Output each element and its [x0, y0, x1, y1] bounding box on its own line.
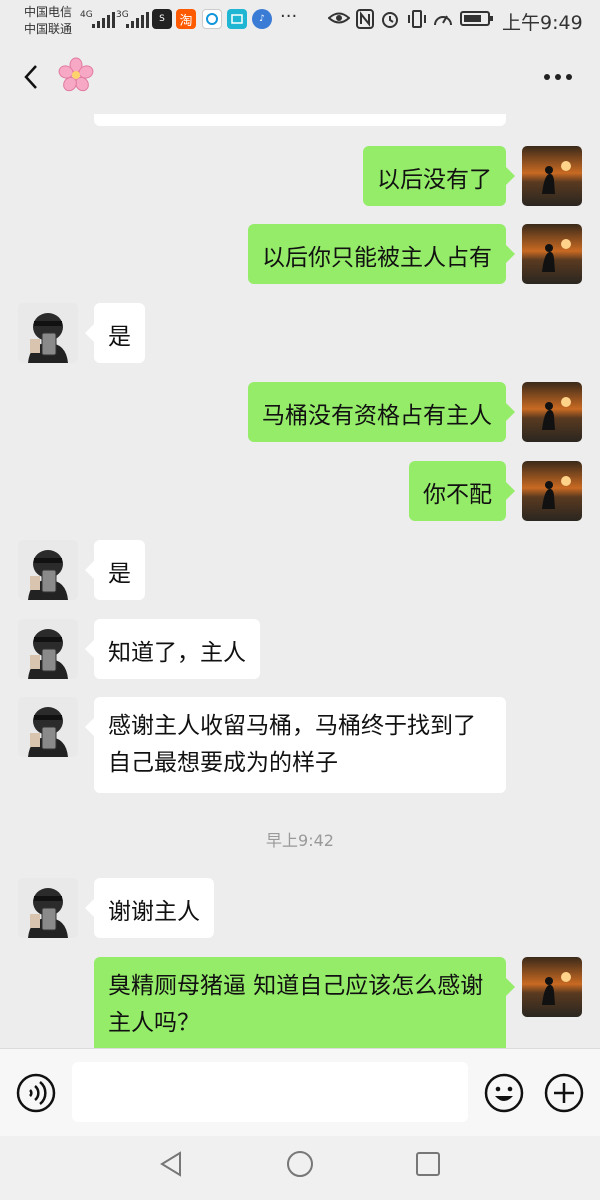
my-avatar[interactable]: [522, 461, 582, 521]
chat-messages[interactable]: 以后没有了 以后你只能被主人占有 是 马桶没有资格占有主人 你不配 是 知道了，…: [0, 114, 600, 1048]
nav-back-button[interactable]: [158, 1150, 186, 1178]
input-bar: [0, 1048, 600, 1137]
alarm-icon: [380, 9, 400, 33]
carrier-names: 中国电信 中国联通: [24, 4, 72, 38]
selfie-photo: [18, 303, 78, 363]
sent-message-bubble[interactable]: 马桶没有资格占有主人: [248, 382, 515, 442]
chat-header: [0, 42, 600, 114]
sunset-photo: [522, 461, 582, 521]
back-button[interactable]: [18, 62, 48, 92]
my-avatar[interactable]: [522, 146, 582, 206]
music-app-icon: ♪: [252, 9, 272, 29]
message-input[interactable]: [72, 1062, 468, 1122]
received-message-bubble[interactable]: 谢谢主人: [85, 878, 214, 938]
nav-recent-button[interactable]: [414, 1150, 442, 1178]
sunset-photo: [522, 224, 582, 284]
reader-app-icon: [227, 9, 247, 29]
sunset-photo: [522, 146, 582, 206]
carrier-1: 中国电信: [24, 5, 73, 19]
more-options-button[interactable]: [543, 70, 573, 82]
eye-icon: [327, 9, 351, 31]
contact-avatar[interactable]: [18, 619, 78, 679]
emoji-button[interactable]: [484, 1073, 524, 1113]
my-avatar[interactable]: [522, 224, 582, 284]
sent-message-bubble[interactable]: 以后没有了: [363, 146, 515, 206]
signal-icon: [92, 12, 115, 28]
nav-recent-icon: [416, 1152, 440, 1176]
nav-back-icon: [160, 1151, 181, 1177]
partial-message-bubble: [94, 114, 506, 126]
taobao-app-icon: 淘: [176, 9, 196, 29]
system-nav-bar: [0, 1136, 600, 1200]
received-message-bubble[interactable]: 感谢主人收留马桶，马桶终于找到了自己最想要成为的样子: [85, 697, 506, 793]
received-message-bubble[interactable]: 知道了，主人: [85, 619, 260, 679]
back-chevron-icon: [24, 65, 37, 89]
cherry-blossom-emoji: [58, 57, 94, 92]
selfie-photo: [18, 878, 78, 938]
signal-icon-2: [126, 12, 149, 28]
voice-button[interactable]: [16, 1073, 56, 1113]
emoji-icon: [484, 1073, 524, 1113]
speed-icon: [432, 9, 454, 33]
more-dots-icon: [544, 74, 572, 80]
status-time: 上午9:49: [502, 12, 583, 34]
selfie-photo: [18, 540, 78, 600]
vibrate-icon: [406, 9, 428, 33]
contact-name-emoji: [58, 57, 94, 93]
received-message-bubble[interactable]: 是: [85, 540, 145, 600]
sent-message-bubble[interactable]: 臭精厕母猪逼 知道自己应该怎么感谢主人吗？: [94, 957, 515, 1048]
contact-avatar[interactable]: [18, 540, 78, 600]
my-avatar[interactable]: [522, 382, 582, 442]
plus-icon: [544, 1073, 584, 1113]
carrier-2: 中国联通: [24, 22, 73, 36]
more-notifications-icon: ···: [280, 6, 298, 27]
nav-home-icon: [287, 1151, 313, 1177]
contact-avatar[interactable]: [18, 303, 78, 363]
selfie-photo: [18, 697, 78, 757]
qq-app-icon: [202, 9, 222, 29]
sent-message-bubble[interactable]: 以后你只能被主人占有: [248, 224, 515, 284]
message-timestamp: 早上9:42: [266, 831, 334, 850]
my-avatar[interactable]: [522, 957, 582, 1017]
sunset-photo: [522, 382, 582, 442]
sunset-photo: [522, 957, 582, 1017]
received-message-bubble[interactable]: 是: [85, 303, 145, 363]
battery-icon: [460, 11, 493, 26]
selfie-photo: [18, 619, 78, 679]
contact-avatar[interactable]: [18, 878, 78, 938]
nav-home-button[interactable]: [286, 1150, 314, 1178]
sent-message-bubble[interactable]: 你不配: [409, 461, 515, 521]
soul-app-icon: S: [152, 9, 172, 29]
more-functions-button[interactable]: [544, 1073, 584, 1113]
status-bar: 中国电信 中国联通 4G 3G S 淘 ♪ ··· 上午9:49: [0, 0, 600, 42]
voice-icon: [16, 1073, 56, 1113]
contact-avatar[interactable]: [18, 697, 78, 757]
network-type-1: 4G: [80, 10, 93, 20]
nfc-icon: [356, 9, 374, 33]
